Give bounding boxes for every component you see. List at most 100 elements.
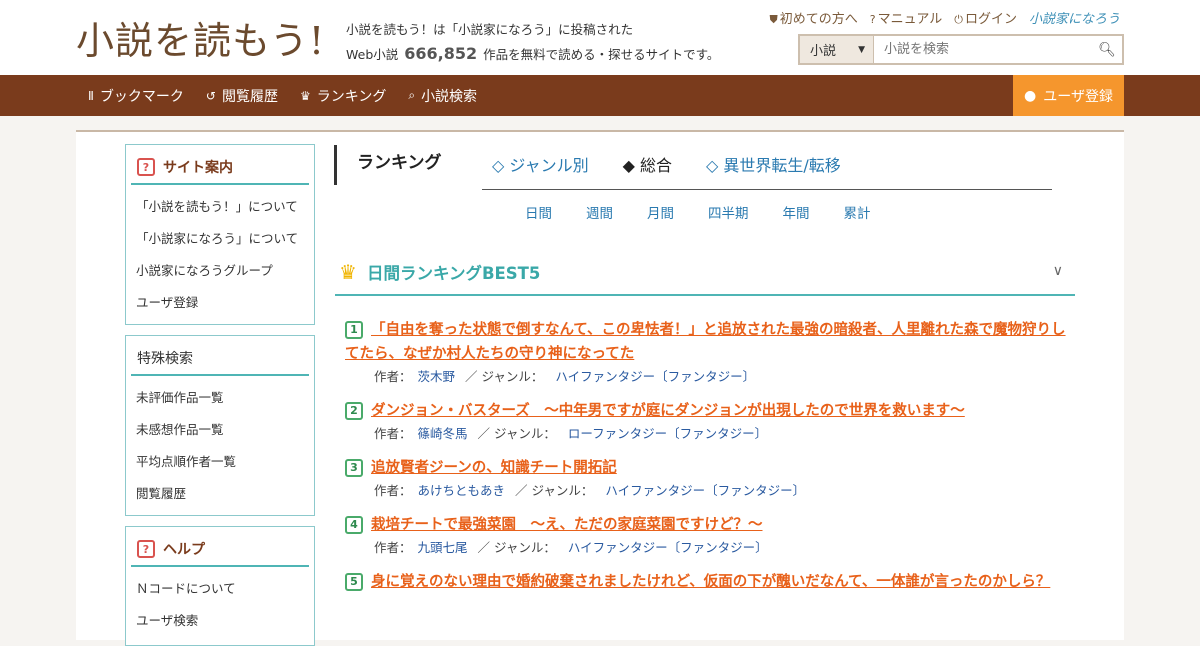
list-item: 5 身に覚えのない理由で婚約破棄されましたけれど、仮面の下が醜いだなんて、一体誰が… [345, 570, 1070, 594]
manual-label: マニュアル [877, 12, 943, 27]
user-icon: ● [1024, 87, 1037, 104]
sidebar-item-register[interactable]: ユーザ登録 [126, 287, 314, 319]
sidebar-item-unrated[interactable]: 未評価作品一覧 [126, 382, 314, 414]
sidebar-help: ? ヘルプ Ｎコードについて ユーザ検索 [125, 526, 315, 646]
tab-cumulative[interactable]: 累計 [844, 202, 871, 222]
login-label: ログイン [964, 12, 1017, 27]
search-icon: ⌕ [408, 88, 416, 102]
power-icon: ⏻ [954, 13, 963, 26]
novel-title: 身に覚えのない理由で婚約破棄されましたけれど、仮面の下が醜いだなんて、一体誰が言… [371, 574, 1051, 590]
tab-yearly[interactable]: 年間 [783, 202, 810, 222]
novel-title-link[interactable]: 3 追放賢者ジーンの、知識チート開拓記 [345, 456, 1070, 480]
main-nav: Ⅱ ブックマーク ↺ 閲覧履歴 ♛ ランキング ⌕ 小説検索 ● ユーザ登録 [0, 75, 1200, 116]
novel-meta: 作者： 九頭七尾 ／ ジャンル： ハイファンタジー〔ファンタジー〕 [345, 537, 1070, 559]
question-icon: ? [869, 13, 876, 26]
manual-link[interactable]: ? マニュアル [870, 8, 942, 27]
genre-link[interactable]: ローファンタジー〔ファンタジー〕 [568, 426, 767, 441]
tagline-line2: Web小説 666,852 作品を無料で読める・探せるサイトです。 [346, 42, 719, 67]
nav-item-search[interactable]: ⌕ 小説検索 [408, 86, 477, 106]
question-icon: ? [137, 158, 155, 176]
novel-title-link[interactable]: 5 身に覚えのない理由で婚約破棄されましたけれど、仮面の下が醜いだなんて、一体誰が… [345, 570, 1070, 594]
page-title: ランキング [334, 145, 442, 185]
tab-overall[interactable]: ◆ 総合 [623, 152, 672, 176]
sidebar-item-ncode[interactable]: Ｎコードについて [126, 573, 314, 605]
rank-badge: 4 [345, 516, 363, 534]
best5-header[interactable]: ♛ 日間ランキングBEST5 ∨ [335, 250, 1075, 296]
novel-title-link[interactable]: 1 「自由を奪った状態で倒すなんて、この卑怯者！」と追放された最強の暗殺者、人里離… [345, 318, 1070, 366]
top-links: ⛊ 初めての方へ ? マニュアル ⏻ ログイン 小説家になろう [770, 8, 1120, 27]
site-tagline: 小説を読もう！は「小説家になろう」に投稿された Web小説 666,852 作品… [346, 18, 719, 67]
nav-label: ブックマーク [99, 88, 184, 105]
list-item: 4 栽培チートで最強菜園 ～え、ただの家庭菜園ですけど？～ 作者： 九頭七尾 ／ ジャ… [345, 513, 1070, 559]
sidebar-heading: 特殊検索 [131, 342, 309, 376]
genre-label: ／ ジャンル： [477, 540, 556, 555]
login-link[interactable]: ⏻ ログイン [954, 8, 1017, 27]
crown-icon: ♛ [339, 260, 357, 284]
genre-link[interactable]: ハイファンタジー〔ファンタジー〕 [568, 540, 768, 555]
author-link[interactable]: 茨木野 [418, 369, 456, 384]
genre-tabs: ◇ ジャンル別 ◆ 総合 ◇ 異世界転生/転移 [492, 152, 841, 176]
best5-title: 日間ランキングBEST5 [366, 264, 541, 283]
novel-title-link[interactable]: 2 ダンジョン・バスターズ ～中年男ですが庭にダンジョンが出現したので世界を救いま… [345, 399, 1070, 423]
sidebar-special-search: 特殊検索 未評価作品一覧 未感想作品一覧 平均点順作者一覧 閲覧履歴 [125, 335, 315, 516]
author-label: 作者： [374, 483, 412, 498]
tab-quarterly[interactable]: 四半期 [708, 202, 749, 222]
search-bar: 小説 ▼ 🔍︎ [798, 34, 1124, 65]
sidebar-item-no-reviews[interactable]: 未感想作品一覧 [126, 414, 314, 446]
novel-title: 栽培チートで最強菜園 ～え、ただの家庭菜園ですけど？～ [371, 517, 763, 533]
author-link[interactable]: 九頭七尾 [418, 540, 468, 555]
genre-label: ／ ジャンル： [465, 369, 544, 384]
site-header: 小説を読もう! 小説を読もう！は「小説家になろう」に投稿された Web小説 66… [0, 0, 1200, 75]
rank-badge: 1 [345, 321, 363, 339]
first-time-link[interactable]: ⛊ 初めての方へ [770, 8, 858, 27]
sidebar-item-about-narou[interactable]: 「小説家になろう」について [126, 223, 314, 255]
register-button[interactable]: ● ユーザ登録 [1013, 75, 1124, 116]
site-logo[interactable]: 小説を読もう! [76, 10, 325, 65]
chevron-down-icon[interactable]: ∨ [1053, 263, 1063, 279]
sidebar-item-history[interactable]: 閲覧履歴 [126, 478, 314, 510]
sidebar-title: サイト案内 [163, 160, 233, 176]
rank-badge: 5 [345, 573, 363, 591]
rank-badge: 2 [345, 402, 363, 420]
bookmark-icon: Ⅱ [88, 88, 94, 103]
genre-link[interactable]: ハイファンタジー〔ファンタジー〕 [605, 483, 805, 498]
search-category-select[interactable]: 小説 ▼ [800, 36, 874, 63]
sidebar-item-user-search[interactable]: ユーザ検索 [126, 605, 314, 637]
sidebar-site-guide: ? サイト案内 「小説を読もう！」について 「小説家になろう」について 小説家にな… [125, 144, 315, 325]
list-item: 1 「自由を奪った状態で倒すなんて、この卑怯者！」と追放された最強の暗殺者、人里離… [345, 318, 1070, 388]
genre-link[interactable]: ハイファンタジー〔ファンタジー〕 [555, 369, 755, 384]
tab-isekai[interactable]: ◇ 異世界転生/転移 [706, 152, 841, 176]
rank-badge: 3 [345, 459, 363, 477]
tab-daily[interactable]: 日間 [525, 202, 552, 222]
crown-icon: ♛ [299, 88, 311, 103]
sidebar-item-about-yomou[interactable]: 「小説を読もう！」について [126, 191, 314, 223]
nav-item-history[interactable]: ↺ 閲覧履歴 [206, 86, 278, 106]
search-button[interactable]: 🔍︎ [1092, 36, 1122, 63]
author-link[interactable]: あけちともあき [418, 483, 506, 498]
genre-label: ／ ジャンル： [477, 426, 556, 441]
period-tabs: 日間 週間 月間 四半期 年間 累計 [525, 202, 905, 222]
nav-item-ranking[interactable]: ♛ ランキング [300, 86, 386, 106]
sidebar-heading: ? ヘルプ [131, 533, 309, 567]
novel-meta: 作者： 篠崎冬馬 ／ ジャンル： ローファンタジー〔ファンタジー〕 [345, 423, 1070, 445]
author-link[interactable]: 篠崎冬馬 [418, 426, 468, 441]
search-icon: 🔍︎ [1098, 41, 1116, 58]
sidebar-heading: ? サイト案内 [131, 151, 309, 185]
sidebar-item-narou-group[interactable]: 小説家になろうグループ [126, 255, 314, 287]
sidebar-item-avg-authors[interactable]: 平均点順作者一覧 [126, 446, 314, 478]
narou-logo-link[interactable]: 小説家になろう [1029, 8, 1120, 27]
search-category-value: 小説 [810, 44, 837, 59]
novel-title-link[interactable]: 4 栽培チートで最強菜園 ～え、ただの家庭菜園ですけど？～ [345, 513, 1070, 537]
nav-label: 小説検索 [421, 88, 478, 105]
novel-meta: 作者： あけちともあき ／ ジャンル： ハイファンタジー〔ファンタジー〕 [345, 480, 1070, 502]
tab-monthly[interactable]: 月間 [647, 202, 674, 222]
tab-weekly[interactable]: 週間 [586, 202, 613, 222]
search-input[interactable] [874, 36, 1092, 63]
nav-item-bookmark[interactable]: Ⅱ ブックマーク [88, 86, 184, 106]
ranking-list: 1 「自由を奪った状態で倒すなんて、この卑怯者！」と追放された最強の暗殺者、人里離… [345, 318, 1070, 605]
novel-title: ダンジョン・バスターズ ～中年男ですが庭にダンジョンが出現したので世界を救います… [371, 403, 965, 419]
tab-divider [482, 189, 1052, 190]
novel-title: 「自由を奪った状態で倒すなんて、この卑怯者！」と追放された最強の暗殺者、人里離れ… [345, 322, 1066, 362]
tab-genre[interactable]: ◇ ジャンル別 [492, 152, 589, 176]
work-count: 666,852 [404, 44, 478, 63]
